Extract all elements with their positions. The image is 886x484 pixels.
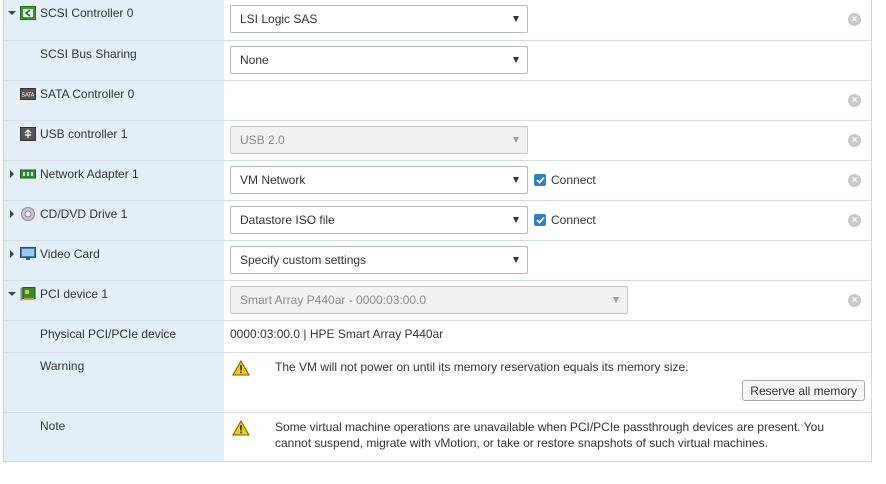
select-value: LSI Logic SAS bbox=[240, 12, 318, 26]
row-cd-dvd-drive: CD/DVD Drive 1 Datastore ISO file Connec… bbox=[4, 200, 871, 240]
row-label: SATA Controller 0 bbox=[40, 87, 135, 101]
sata-controller-icon: SATA bbox=[20, 88, 36, 100]
row-value-cell: LSI Logic SAS × bbox=[224, 0, 871, 40]
expand-icon[interactable] bbox=[7, 249, 17, 259]
row-label-cell: SCSI Controller 0 bbox=[4, 0, 224, 40]
network-adapter-icon bbox=[20, 169, 36, 179]
bus-sharing-select[interactable]: None bbox=[230, 46, 528, 74]
row-label-cell: SATA SATA Controller 0 bbox=[4, 81, 224, 120]
row-value-cell: Datastore ISO file Connect × bbox=[224, 201, 871, 240]
network-select[interactable]: VM Network bbox=[230, 166, 528, 194]
connect-checkbox[interactable] bbox=[534, 214, 546, 226]
warning-icon bbox=[232, 420, 250, 436]
row-label: Note bbox=[40, 419, 66, 433]
warning-message: The VM will not power on until its memor… bbox=[275, 360, 689, 374]
row-label: Network Adapter 1 bbox=[40, 167, 139, 181]
connect-checkbox[interactable] bbox=[534, 174, 546, 186]
chevron-down-icon bbox=[513, 177, 519, 183]
row-label-cell: PCI device 1 bbox=[4, 281, 224, 320]
row-note: Note Some virtual machine operations are… bbox=[4, 412, 871, 461]
video-settings-select[interactable]: Specify custom settings bbox=[230, 246, 528, 274]
row-label-cell: Network Adapter 1 bbox=[4, 161, 224, 200]
checkmark-icon bbox=[535, 216, 545, 224]
row-value-cell: Smart Array P440ar - 0000:03:00.0 × bbox=[224, 281, 871, 320]
row-scsi-controller: SCSI Controller 0 LSI Logic SAS × bbox=[4, 0, 871, 40]
row-network-adapter: Network Adapter 1 VM Network Connect × bbox=[4, 160, 871, 200]
scsi-controller-icon bbox=[20, 6, 36, 20]
svg-text:SATA: SATA bbox=[22, 93, 35, 99]
expand-icon[interactable] bbox=[7, 209, 17, 219]
row-label: Warning bbox=[40, 359, 85, 373]
expand-icon[interactable] bbox=[7, 169, 17, 179]
remove-icon[interactable]: × bbox=[848, 214, 861, 227]
row-label-cell: Physical PCI/PCIe device bbox=[4, 321, 224, 352]
chevron-down-icon bbox=[513, 257, 519, 263]
row-label-cell: Warning bbox=[4, 353, 224, 412]
row-label: Video Card bbox=[40, 247, 100, 261]
chevron-down-icon bbox=[513, 217, 519, 223]
scsi-type-select[interactable]: LSI Logic SAS bbox=[230, 5, 528, 33]
row-label: SCSI Controller 0 bbox=[40, 6, 134, 20]
row-physical-pci-device: Physical PCI/PCIe device 0000:03:00.0 | … bbox=[4, 320, 871, 352]
connect-checkbox-group[interactable]: Connect bbox=[534, 213, 596, 227]
remove-icon[interactable]: × bbox=[848, 13, 861, 26]
row-value-cell: USB 2.0 × bbox=[224, 121, 871, 160]
usb-controller-icon bbox=[20, 127, 36, 141]
chevron-down-icon bbox=[613, 297, 619, 303]
collapse-icon[interactable] bbox=[7, 8, 17, 18]
select-value: Smart Array P440ar - 0000:03:00.0 bbox=[240, 293, 427, 307]
row-label-cell: USB controller 1 bbox=[4, 121, 224, 160]
row-value-cell: × bbox=[224, 81, 871, 120]
checkmark-icon bbox=[535, 176, 545, 184]
pci-device-icon bbox=[20, 287, 36, 301]
row-label-cell: Video Card bbox=[4, 241, 224, 280]
connect-checkbox-group[interactable]: Connect bbox=[534, 173, 596, 187]
row-warning: Warning The VM will not power on until i… bbox=[4, 352, 871, 412]
note-message: Some virtual machine operations are unav… bbox=[275, 420, 824, 450]
row-label-cell: Note bbox=[4, 413, 224, 461]
physical-device-value: 0000:03:00.0 | HPE Smart Array P440ar bbox=[230, 327, 444, 341]
reserve-all-memory-button[interactable]: Reserve all memory bbox=[742, 380, 865, 401]
cd-source-select[interactable]: Datastore ISO file bbox=[230, 206, 528, 234]
row-label: Physical PCI/PCIe device bbox=[40, 327, 177, 341]
row-video-card: Video Card Specify custom settings bbox=[4, 240, 871, 280]
usb-type-select: USB 2.0 bbox=[230, 126, 528, 154]
connect-label: Connect bbox=[551, 173, 596, 187]
row-usb-controller: USB controller 1 USB 2.0 × bbox=[4, 120, 871, 160]
remove-icon[interactable]: × bbox=[848, 134, 861, 147]
row-label-cell: CD/DVD Drive 1 bbox=[4, 201, 224, 240]
select-value: Datastore ISO file bbox=[240, 213, 335, 227]
pci-device-select: Smart Array P440ar - 0000:03:00.0 bbox=[230, 286, 628, 314]
select-value: None bbox=[240, 53, 269, 67]
select-value: VM Network bbox=[240, 173, 306, 187]
row-label: PCI device 1 bbox=[40, 287, 109, 301]
remove-icon[interactable]: × bbox=[848, 94, 861, 107]
row-value-cell: 0000:03:00.0 | HPE Smart Array P440ar bbox=[224, 321, 871, 352]
warning-icon bbox=[232, 360, 250, 376]
row-sata-controller: SATA SATA Controller 0 × bbox=[4, 80, 871, 120]
row-label: SCSI Bus Sharing bbox=[40, 47, 137, 61]
row-scsi-bus-sharing: SCSI Bus Sharing None bbox=[4, 40, 871, 80]
remove-icon[interactable]: × bbox=[848, 174, 861, 187]
connect-label: Connect bbox=[551, 213, 596, 227]
select-value: Specify custom settings bbox=[240, 253, 367, 267]
cd-dvd-icon bbox=[21, 207, 35, 221]
row-value-cell: VM Network Connect × bbox=[224, 161, 871, 200]
row-label: USB controller 1 bbox=[40, 127, 128, 141]
chevron-down-icon bbox=[513, 16, 519, 22]
chevron-down-icon bbox=[513, 57, 519, 63]
chevron-down-icon bbox=[513, 137, 519, 143]
remove-icon[interactable]: × bbox=[848, 294, 861, 307]
collapse-icon[interactable] bbox=[7, 289, 17, 299]
row-label: CD/DVD Drive 1 bbox=[40, 207, 128, 221]
row-value-cell: The VM will not power on until its memor… bbox=[224, 353, 871, 412]
row-label-cell: SCSI Bus Sharing bbox=[4, 41, 224, 80]
row-value-cell: Specify custom settings bbox=[224, 241, 871, 280]
row-pci-device: PCI device 1 Smart Array P440ar - 0000:0… bbox=[4, 280, 871, 320]
row-value-cell: Some virtual machine operations are unav… bbox=[224, 413, 871, 461]
monitor-icon bbox=[20, 247, 36, 260]
select-value: USB 2.0 bbox=[240, 133, 285, 147]
row-value-cell: None bbox=[224, 41, 871, 80]
device-settings-table: SCSI Controller 0 LSI Logic SAS × SCSI B… bbox=[3, 0, 872, 462]
